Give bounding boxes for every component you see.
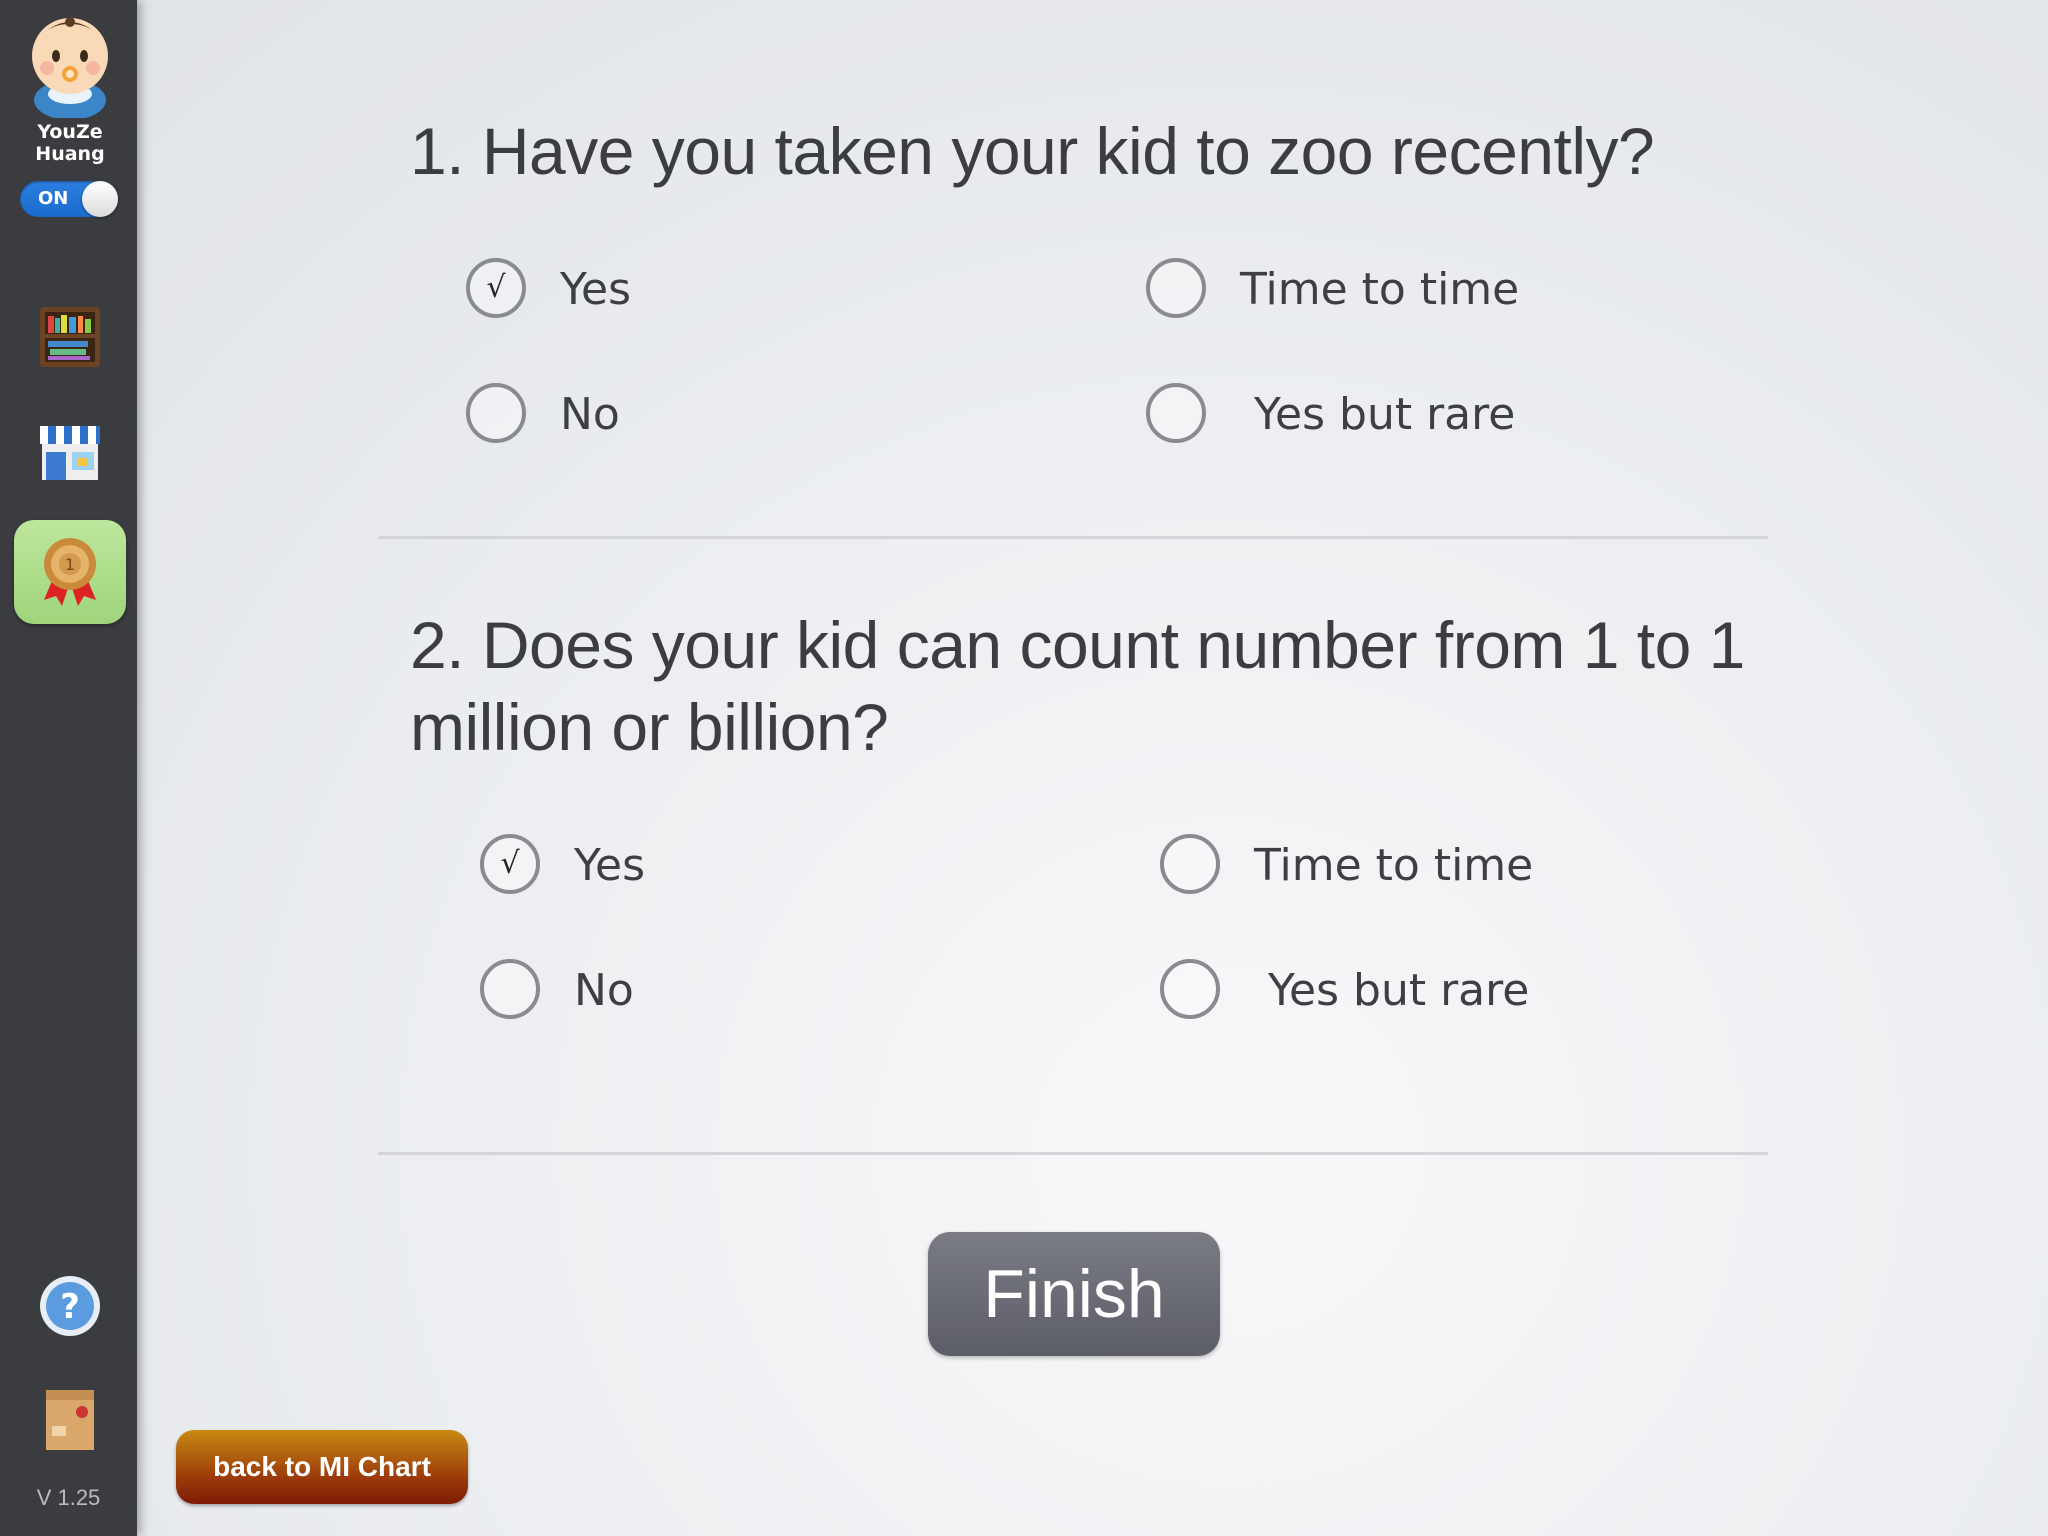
radio-button[interactable] [1146, 383, 1206, 443]
option-label: No [560, 389, 620, 440]
store-icon[interactable] [36, 418, 104, 486]
baby-avatar-icon[interactable] [25, 14, 115, 118]
question-2-text: 2. Does your kid can count number from 1… [410, 608, 1745, 764]
option-label: Time to time [1254, 840, 1534, 891]
app-version: V 1.25 [36, 1485, 101, 1510]
toggle-label: ON [38, 188, 69, 209]
help-icon[interactable]: ? [36, 1272, 104, 1340]
option-label: No [574, 965, 634, 1016]
option-label: Yes but rare [1254, 389, 1516, 440]
toggle-knob[interactable] [82, 181, 118, 217]
medal-tab[interactable]: 1 [14, 520, 126, 624]
back-to-mi-chart-button[interactable]: back to MI Chart [176, 1430, 468, 1504]
check-mark-icon: √ [486, 270, 506, 305]
bookshelf-icon[interactable] [36, 303, 104, 371]
option-label: Time to time [1240, 264, 1520, 315]
section-divider [378, 1152, 1768, 1155]
option-label: Yes [560, 264, 632, 315]
user-name: YouZe Huang [35, 121, 105, 165]
radio-button[interactable] [466, 383, 526, 443]
svg-text:?: ? [60, 1287, 80, 1327]
option-label: Yes [574, 840, 646, 891]
radio-button[interactable] [480, 959, 540, 1019]
radio-button[interactable] [1160, 959, 1220, 1019]
package-icon[interactable] [36, 1386, 104, 1454]
option-label: Yes but rare [1268, 965, 1530, 1016]
profile-toggle[interactable]: ON [20, 181, 118, 217]
section-divider [378, 536, 1768, 539]
sidebar: YouZe Huang ON 1 ? V 1.25 [0, 0, 137, 1536]
question-1-text: 1. Have you taken your kid to zoo recent… [410, 114, 1655, 188]
radio-button[interactable] [1160, 834, 1220, 894]
finish-button[interactable]: Finish [928, 1232, 1220, 1356]
check-mark-icon: √ [500, 846, 520, 881]
svg-text:1: 1 [65, 555, 75, 574]
medal-icon: 1 [44, 538, 96, 606]
radio-button[interactable] [1146, 258, 1206, 318]
